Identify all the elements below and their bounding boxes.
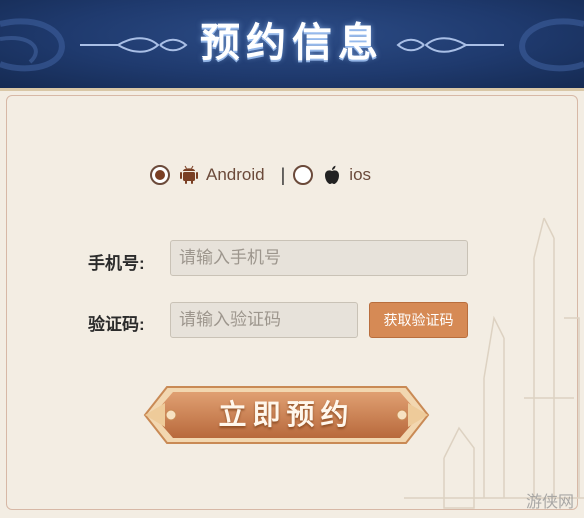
reserve-now-label: 立即预约 (218, 398, 355, 431)
get-code-button[interactable]: 获取验证码 (369, 302, 468, 338)
apple-icon (325, 165, 340, 184)
form-panel: Android | ios 手机号: 验证码: 获取验证码 (0, 88, 584, 518)
phone-input[interactable] (170, 240, 468, 276)
page-title: 预约信息 (200, 19, 384, 66)
android-label: Android (206, 165, 265, 184)
watermark-text: 游侠网 (525, 492, 574, 511)
platform-selector: Android | ios (150, 163, 371, 187)
android-icon (180, 165, 198, 184)
phone-label: 手机号: (88, 254, 145, 273)
header-banner: 预约信息 (0, 0, 584, 88)
ios-radio[interactable] (293, 165, 314, 185)
android-radio[interactable] (150, 165, 170, 185)
ios-label: ios (349, 165, 372, 184)
code-label: 验证码: (88, 315, 145, 334)
verification-code-input[interactable] (170, 302, 358, 338)
platform-separator: | (280, 164, 286, 185)
reserve-now-button[interactable]: 立即预约 (143, 377, 430, 453)
